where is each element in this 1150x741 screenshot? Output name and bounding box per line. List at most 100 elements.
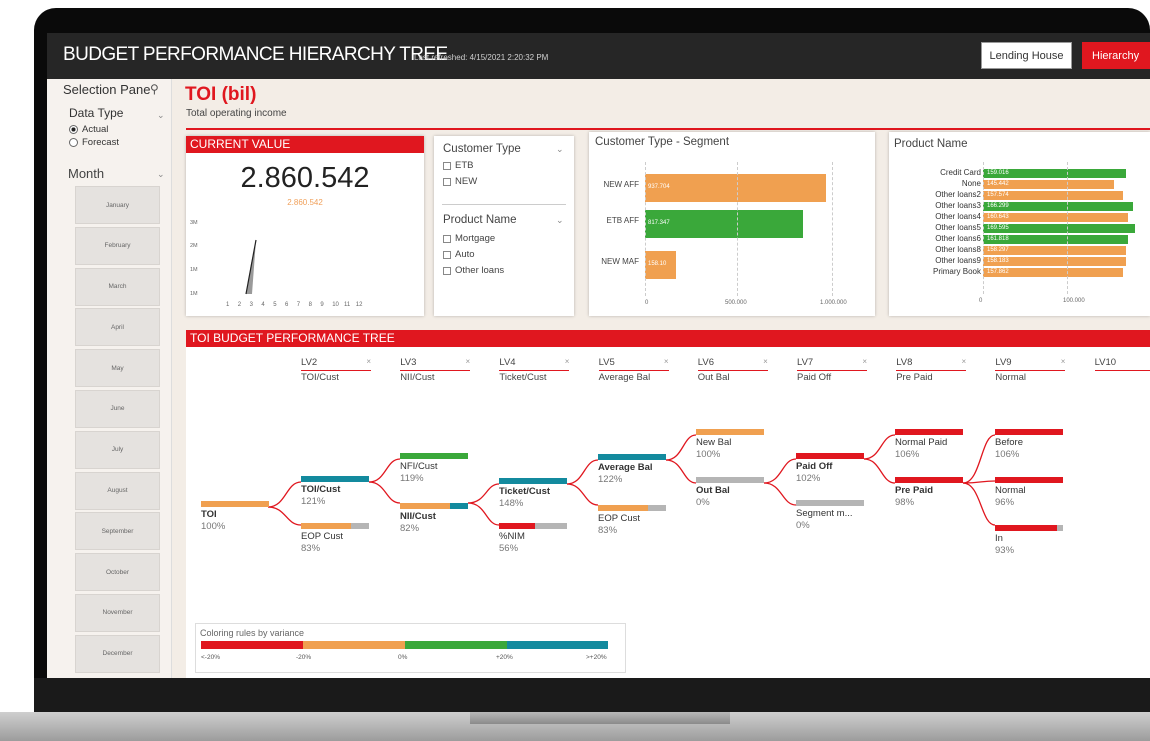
tree-node-ticket[interactable]: Ticket/Cust 148% [499,478,579,518]
node-percent: 119% [400,473,424,484]
laptop-chin [34,678,1150,712]
month-button-august[interactable]: August [75,471,160,510]
legend-segment [303,641,405,649]
product-bar-value: 159.016 [987,169,1009,176]
node-percent: 106% [995,449,1020,460]
month-button-may[interactable]: May [75,349,160,388]
month-button-november[interactable]: November [75,593,160,632]
node-percent: 102% [796,473,821,484]
node-bar [598,454,666,460]
tree-node-normal[interactable]: Normal 96% [995,477,1075,517]
selection-pane: Selection Pane ⚲ Data Type ⌄ Actual Fore… [47,79,172,678]
month-button-july[interactable]: July [75,430,160,469]
tree-node-newbal[interactable]: New Bal 100% [696,429,776,469]
tree-node-nficust[interactable]: NFI/Cust 119% [400,453,480,493]
node-bar [499,478,567,484]
checkbox-other-loans[interactable]: Other loans [443,265,504,276]
node-label: TOI [201,509,217,520]
chevron-down-icon[interactable]: ⌄ [157,110,165,121]
tree-node-toicust[interactable]: TOI/Cust 121% [301,476,381,516]
node-percent: 148% [499,498,524,509]
chevron-down-icon[interactable]: ⌄ [157,169,165,180]
legend-segment [507,641,608,649]
node-label: TOI/Cust [301,484,341,495]
product-x-tick: 100.000 [1063,298,1085,304]
checkbox-mortgage[interactable]: Mortgage [443,233,495,244]
node-bar-remainder [648,505,666,511]
tree-node-normalpaid[interactable]: Normal Paid 106% [895,429,975,469]
product-chart-title: Product Name [894,138,968,150]
product-bar-value: 161.818 [987,235,1009,242]
node-bar [696,429,764,435]
laptop-mockup: BUDGET PERFORMANCE HIERARCHY TREE Last r… [0,0,1150,741]
month-button-january[interactable]: January [75,186,160,224]
gridline [983,162,984,294]
node-label: Before [995,437,1023,448]
month-button-september[interactable]: September [75,512,160,551]
trend-sparkline [245,239,257,295]
node-bar [895,429,963,435]
product-name-label: Product Name [443,214,517,226]
node-bar [796,453,864,459]
tree-node-toi[interactable]: TOI 100% [201,501,281,541]
node-percent: 100% [696,449,721,460]
node-percent: 96% [995,497,1015,508]
lending-house-button[interactable]: Lending House [981,42,1072,69]
product-chart-card: Product Name Credit Card 159.016 None 145.4… [889,132,1150,316]
node-bar [201,501,269,507]
radio-forecast[interactable]: Forecast [69,137,119,148]
month-button-march[interactable]: March [75,267,160,306]
node-bar [499,523,535,529]
chevron-down-icon[interactable]: ⌄ [556,144,564,155]
tree-node-nim[interactable]: %NIM 56% [499,523,579,563]
checkbox-other-loans-label: Other loans [455,265,505,276]
title-divider [186,128,1150,130]
tree-node-segm[interactable]: Segment m... 0% [796,500,876,540]
hierarchy-button[interactable]: Hierarchy [1082,42,1150,69]
top-bar: BUDGET PERFORMANCE HIERARCHY TREE Last r… [47,33,1150,79]
report-screen: BUDGET PERFORMANCE HIERARCHY TREE Last r… [47,33,1150,678]
laptop-base [0,712,1150,741]
node-bar [400,453,468,459]
node-label: Ticket/Cust [499,486,551,497]
node-percent: 0% [696,497,710,508]
tree-node-outbal[interactable]: Out Bal 0% [696,477,776,517]
month-button-june[interactable]: June [75,389,160,428]
checkbox-auto[interactable]: Auto [443,249,475,260]
tree-node-before[interactable]: Before 106% [995,429,1075,469]
radio-actual-label: Actual [82,124,109,135]
node-percent: 82% [400,523,420,534]
product-row-label: Other loans9 [935,256,981,265]
tree-node-paidoff[interactable]: Paid Off 102% [796,453,876,493]
tree-node-avgbal[interactable]: Average Bal 122% [598,454,678,494]
tree-node-eopcust2[interactable]: EOP Cust 83% [598,505,678,545]
checkbox-etb[interactable]: ETB [443,160,473,171]
filter-icon[interactable]: ⚲ [150,82,159,96]
node-bar [301,523,351,529]
tree-node-prepaid[interactable]: Pre Paid 98% [895,477,975,517]
legend-label: >+20% [586,654,607,661]
node-bar [796,500,864,506]
node-bar-remainder [351,523,369,529]
tree-node-in[interactable]: In 93% [995,525,1075,565]
product-bar-value: 158.297 [987,246,1009,253]
current-value-card: CURRENT VALUE 2.860.542 2.860.542 3M 2M … [186,136,424,316]
tree-node-niicust[interactable]: NII/Cust 82% [400,503,480,543]
legend-label: +20% [496,654,513,661]
tree-node-eopcust1[interactable]: EOP Cust 83% [301,523,381,563]
node-percent: 93% [995,545,1015,556]
radio-actual[interactable]: Actual [69,124,108,135]
checkbox-new[interactable]: NEW [443,176,477,187]
month-button-april[interactable]: April [75,308,160,347]
month-button-october[interactable]: October [75,553,160,592]
node-percent: 122% [598,474,623,485]
node-label: Normal Paid [895,437,948,448]
month-button-december[interactable]: December [75,634,160,673]
segment-x-tick: 1.000.000 [820,300,847,306]
x-tick: 9 [320,302,324,308]
chevron-down-icon[interactable]: ⌄ [556,215,564,226]
last-refreshed: Last refreshed: 4/15/2021 2:20:32 PM [414,53,549,62]
product-row-label: Other loans8 [935,245,981,254]
month-button-february[interactable]: February [75,226,160,265]
product-bar-value: 169.595 [987,224,1009,231]
